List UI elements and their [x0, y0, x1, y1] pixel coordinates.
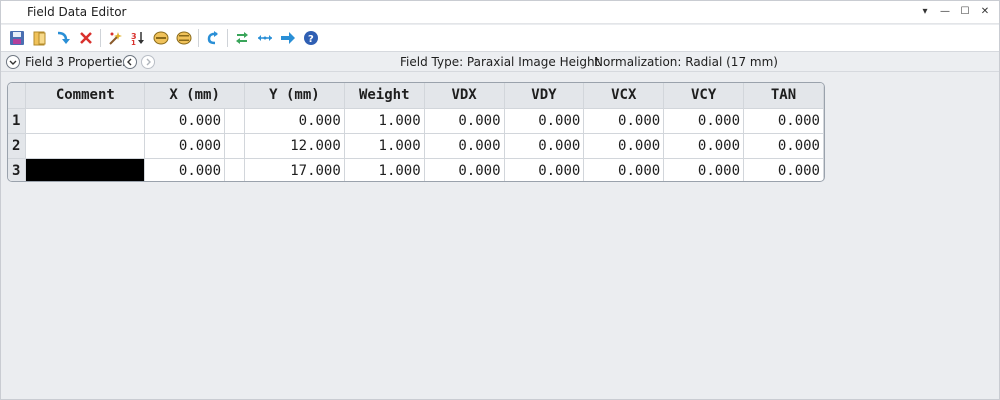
- cell-x-solve[interactable]: [224, 158, 245, 181]
- arrow-right-icon[interactable]: [278, 28, 298, 48]
- help-icon[interactable]: ?: [301, 28, 321, 48]
- cell-x-solve[interactable]: [224, 108, 245, 134]
- next-field-button[interactable]: [141, 55, 155, 69]
- cell-vdx[interactable]: 0.000: [424, 158, 505, 181]
- window-controls: ▾ — ☐ ✕: [919, 3, 991, 21]
- cell-y[interactable]: 12.000: [244, 133, 345, 159]
- row-number[interactable]: 1: [8, 108, 27, 134]
- table-row: 1 0.000 0.000 1.000 0.000 0.000 0.000 0.…: [8, 108, 824, 134]
- column-header-tan[interactable]: TAN: [743, 83, 824, 109]
- cell-vcx[interactable]: 0.000: [583, 158, 665, 181]
- toolbar: 31 ?: [1, 25, 999, 52]
- cell-x[interactable]: 0.000: [144, 133, 226, 159]
- column-header-vcy[interactable]: VCY: [663, 83, 745, 109]
- cell-x[interactable]: 0.000: [144, 158, 226, 181]
- cell-weight[interactable]: 1.000: [344, 108, 425, 134]
- column-header-comment[interactable]: Comment: [25, 83, 146, 109]
- cell-y[interactable]: 17.000: [244, 158, 345, 181]
- expand-icon[interactable]: [255, 28, 275, 48]
- open-icon[interactable]: [30, 28, 50, 48]
- undo-icon[interactable]: [203, 28, 223, 48]
- field-data-grid: Comment X (mm) Y (mm) Weight VDX VDY VCX…: [7, 82, 825, 182]
- field-data-table: Comment X (mm) Y (mm) Weight VDX VDY VCX…: [8, 83, 824, 181]
- cell-comment[interactable]: [25, 108, 146, 134]
- collapse-properties-button[interactable]: [6, 55, 20, 69]
- cell-tan[interactable]: 0.000: [743, 158, 824, 181]
- dropdown-menu-button[interactable]: ▾: [919, 3, 931, 21]
- row-number[interactable]: 3: [8, 158, 27, 181]
- table-row: 3 0.000 17.000 1.000 0.000 0.000 0.000 0…: [8, 158, 824, 181]
- properties-title: Field 3 Properties: [25, 55, 129, 69]
- previous-field-button[interactable]: [123, 55, 137, 69]
- svg-text:1: 1: [131, 39, 136, 46]
- cell-vcx[interactable]: 0.000: [583, 108, 665, 134]
- save-icon[interactable]: [7, 28, 27, 48]
- toolbar-separator: [227, 29, 228, 47]
- column-header-y[interactable]: Y (mm): [244, 83, 345, 109]
- delete-icon[interactable]: [76, 28, 96, 48]
- column-header-vdy[interactable]: VDY: [504, 83, 585, 109]
- cell-vcy[interactable]: 0.000: [663, 158, 745, 181]
- toolbar-separator: [198, 29, 199, 47]
- cell-x[interactable]: 0.000: [144, 108, 226, 134]
- row-number-header: [8, 83, 27, 109]
- cell-x-solve[interactable]: [224, 133, 245, 159]
- cell-tan[interactable]: 0.000: [743, 133, 824, 159]
- insert-down-icon[interactable]: [53, 28, 73, 48]
- minimize-button[interactable]: —: [939, 3, 951, 21]
- close-button[interactable]: ✕: [979, 3, 991, 21]
- cell-vdx[interactable]: 0.000: [424, 108, 505, 134]
- cell-vdy[interactable]: 0.000: [504, 108, 585, 134]
- cell-vcy[interactable]: 0.000: [663, 133, 745, 159]
- field-type-label: Field Type: Paraxial Image Height: [400, 55, 600, 69]
- column-header-x[interactable]: X (mm): [144, 83, 245, 109]
- window-title: Field Data Editor: [27, 5, 127, 19]
- column-header-vcx[interactable]: VCX: [583, 83, 665, 109]
- sort-icon[interactable]: 31: [128, 28, 148, 48]
- column-header-weight[interactable]: Weight: [344, 83, 425, 109]
- cell-tan[interactable]: 0.000: [743, 108, 824, 134]
- clear-vignetting-icon[interactable]: [174, 28, 194, 48]
- cell-vdy[interactable]: 0.000: [504, 158, 585, 181]
- cell-vdy[interactable]: 0.000: [504, 133, 585, 159]
- cell-comment-selected[interactable]: [25, 158, 146, 181]
- wizard-icon[interactable]: [105, 28, 125, 48]
- vignetting-icon[interactable]: [151, 28, 171, 48]
- properties-bar: Field 3 Properties Field Type: Paraxial …: [1, 52, 999, 72]
- column-header-vdx[interactable]: VDX: [424, 83, 505, 109]
- cell-y[interactable]: 0.000: [244, 108, 345, 134]
- row-number[interactable]: 2: [8, 133, 27, 159]
- swap-icon[interactable]: [232, 28, 252, 48]
- header-row: Comment X (mm) Y (mm) Weight VDX VDY VCX…: [8, 83, 824, 109]
- cell-weight[interactable]: 1.000: [344, 158, 425, 181]
- normalization-label: Normalization: Radial (17 mm): [594, 55, 778, 69]
- title-bar: Field Data Editor ▾ — ☐ ✕: [1, 1, 999, 24]
- cell-comment[interactable]: [25, 133, 146, 159]
- cell-vdx[interactable]: 0.000: [424, 133, 505, 159]
- cell-vcy[interactable]: 0.000: [663, 108, 745, 134]
- table-row: 2 0.000 12.000 1.000 0.000 0.000 0.000 0…: [8, 133, 824, 159]
- field-data-editor-window: Field Data Editor ▾ — ☐ ✕ 31 ? Field 3 P…: [0, 0, 1000, 400]
- cell-weight[interactable]: 1.000: [344, 133, 425, 159]
- toolbar-separator: [100, 29, 101, 47]
- maximize-button[interactable]: ☐: [959, 3, 971, 21]
- cell-vcx[interactable]: 0.000: [583, 133, 665, 159]
- svg-text:?: ?: [308, 34, 314, 45]
